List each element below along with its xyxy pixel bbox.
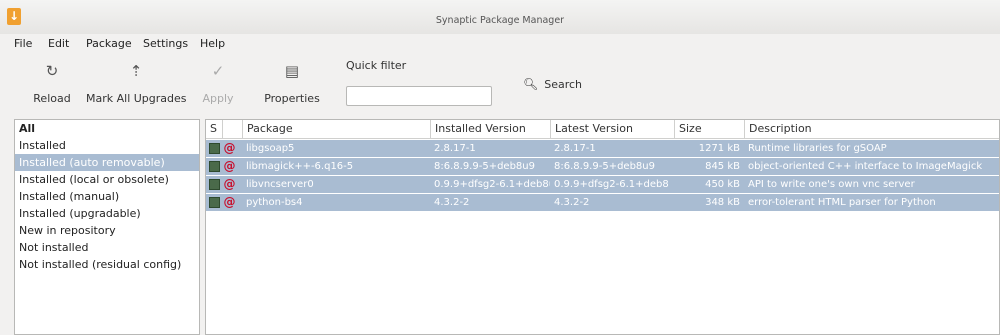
menu-package[interactable]: Package xyxy=(86,37,132,50)
package-size: 348 kB xyxy=(705,197,740,208)
latest-version: 0.9.9+dfsg2-6.1+deb8 xyxy=(554,179,669,190)
debian-swirl-icon: @ xyxy=(223,195,236,209)
properties-label: Properties xyxy=(264,92,320,105)
package-name: libmagick++-6.q16-5 xyxy=(246,161,354,172)
reload-button[interactable]: ↻ Reload xyxy=(32,60,72,105)
filter-item-new-in-repository[interactable]: New in repository xyxy=(15,222,199,239)
status-checkbox[interactable] xyxy=(209,197,220,208)
search-icon: 🔍︎ xyxy=(523,77,539,91)
search-label: Search xyxy=(544,78,583,91)
debian-swirl-icon: @ xyxy=(223,177,236,191)
filter-item-installed-local-or-obsolete[interactable]: Installed (local or obsolete) xyxy=(15,171,199,188)
mark-all-upgrades-button[interactable]: ⇡ Mark All Upgrades xyxy=(86,60,187,105)
debian-swirl-icon: @ xyxy=(223,141,236,155)
table-row[interactable]: @ python-bs4 4.3.2-2 4.3.2-2 348 kB erro… xyxy=(206,194,999,211)
package-size: 845 kB xyxy=(705,161,740,172)
reload-icon: ↻ xyxy=(45,62,59,80)
package-description: API to write one's own vnc server xyxy=(748,179,915,190)
filter-item-not-installed[interactable]: Not installed xyxy=(15,239,199,256)
title-bar: ↓ Synaptic Package Manager xyxy=(0,0,1000,34)
quick-filter-label: Quick filter xyxy=(346,59,407,72)
apply-label: Apply xyxy=(202,92,234,105)
menu-help[interactable]: Help xyxy=(200,37,225,50)
quick-filter-input[interactable] xyxy=(346,86,492,106)
table-row[interactable]: @ libgsoap5 2.8.17-1 2.8.17-1 1271 kB Ru… xyxy=(206,140,999,157)
installed-version: 0.9.9+dfsg2-6.1+deb8u xyxy=(434,179,550,190)
filter-item-installed-auto-removable[interactable]: Installed (auto removable) xyxy=(15,154,199,171)
apply-button[interactable]: ✓ Apply xyxy=(200,60,236,105)
installed-version: 8:6.8.9.9-5+deb8u9 xyxy=(434,161,535,172)
filter-item-installed[interactable]: Installed xyxy=(15,137,199,154)
status-checkbox[interactable] xyxy=(209,179,220,190)
properties-icon: ▤ xyxy=(284,62,300,80)
table-row[interactable]: @ libvncserver0 0.9.9+dfsg2-6.1+deb8u 0.… xyxy=(206,176,999,193)
latest-version: 8:6.8.9.9-5+deb8u9 xyxy=(554,161,655,172)
package-description: Runtime libraries for gSOAP xyxy=(748,143,887,154)
table-header: S Package Installed Version Latest Versi… xyxy=(206,120,999,139)
latest-version: 4.3.2-2 xyxy=(554,197,590,208)
window-title: Synaptic Package Manager xyxy=(435,15,565,26)
latest-version: 2.8.17-1 xyxy=(554,143,596,154)
filter-item-installed-manual[interactable]: Installed (manual) xyxy=(15,188,199,205)
status-checkbox[interactable] xyxy=(209,161,220,172)
check-icon: ✓ xyxy=(211,62,225,80)
table-row[interactable]: @ libmagick++-6.q16-5 8:6.8.9.9-5+deb8u9… xyxy=(206,158,999,175)
column-header-status[interactable]: S xyxy=(206,120,222,138)
menu-settings[interactable]: Settings xyxy=(143,37,188,50)
column-header-installed-version[interactable]: Installed Version xyxy=(430,120,550,138)
filter-item-installed-upgradable[interactable]: Installed (upgradable) xyxy=(15,205,199,222)
column-header-blank[interactable] xyxy=(222,120,242,138)
mark-upgrades-icon: ⇡ xyxy=(129,62,143,80)
properties-button[interactable]: ▤ Properties xyxy=(262,60,322,105)
package-name: libgsoap5 xyxy=(246,143,295,154)
package-size: 450 kB xyxy=(705,179,740,190)
mark-all-upgrades-label: Mark All Upgrades xyxy=(86,92,187,105)
package-name: python-bs4 xyxy=(246,197,303,208)
installed-version: 2.8.17-1 xyxy=(434,143,476,154)
package-size: 1271 kB xyxy=(698,143,740,154)
column-header-description[interactable]: Description xyxy=(744,120,999,138)
package-name: libvncserver0 xyxy=(246,179,314,190)
menu-edit[interactable]: Edit xyxy=(48,37,69,50)
toolbar: ↻ Reload ⇡ Mark All Upgrades ✓ Apply ▤ P… xyxy=(0,54,1000,116)
reload-label: Reload xyxy=(33,92,71,105)
package-table: S Package Installed Version Latest Versi… xyxy=(205,119,1000,335)
package-description: error-tolerant HTML parser for Python xyxy=(748,197,936,208)
filter-item-not-installed-residual-config[interactable]: Not installed (residual config) xyxy=(15,256,199,273)
column-header-package[interactable]: Package xyxy=(242,120,430,138)
column-header-latest-version[interactable]: Latest Version xyxy=(550,120,674,138)
column-header-size[interactable]: Size xyxy=(674,120,744,138)
debian-swirl-icon: @ xyxy=(223,159,236,173)
status-checkbox[interactable] xyxy=(209,143,220,154)
menu-file[interactable]: File xyxy=(14,37,32,50)
installed-version: 4.3.2-2 xyxy=(434,197,470,208)
filter-list: All Installed Installed (auto removable)… xyxy=(14,119,200,335)
package-description: object-oriented C++ interface to ImageMa… xyxy=(748,161,983,172)
search-button[interactable]: 🔍︎ Search xyxy=(523,77,582,91)
filter-item-all[interactable]: All xyxy=(15,120,199,137)
